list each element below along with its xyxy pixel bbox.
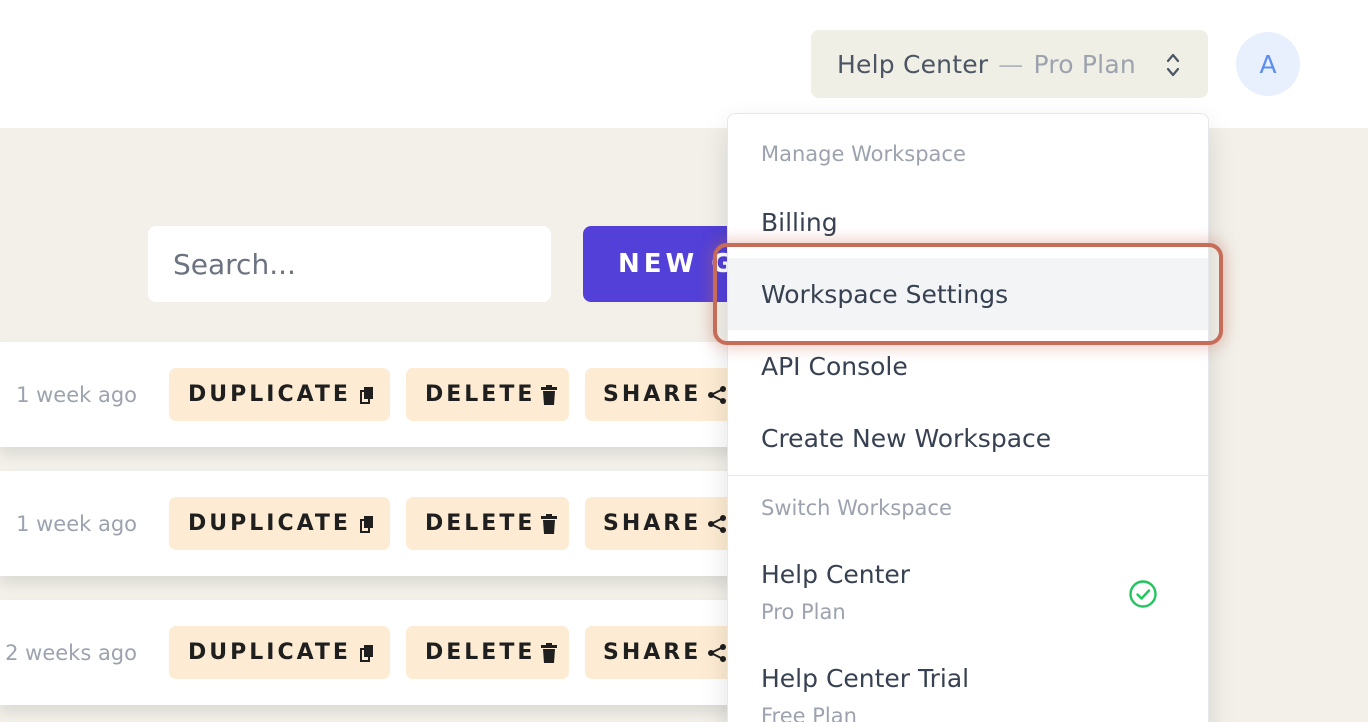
share-button[interactable]: SHARE: [585, 368, 745, 421]
share-icon: [708, 385, 727, 404]
check-circle-icon: [1129, 580, 1157, 608]
workspace-option-name: Help Center: [761, 560, 911, 589]
chevron-up-down-icon: [1166, 53, 1180, 77]
menu-item-api-console[interactable]: API Console: [728, 330, 1208, 402]
duplicate-label: DUPLICATE: [188, 382, 351, 407]
workspace-name: Help Center: [837, 49, 989, 79]
trash-icon: [541, 513, 558, 534]
menu-item-label: Workspace Settings: [761, 279, 1009, 309]
trash-icon: [541, 384, 558, 405]
new-button-label: NEW G: [618, 249, 737, 279]
delete-button[interactable]: DELETE: [406, 626, 569, 679]
duplicate-button[interactable]: DUPLICATE: [169, 626, 390, 679]
share-label: SHARE: [603, 640, 702, 665]
menu-item-label: Create New Workspace: [761, 423, 1052, 453]
share-icon: [708, 643, 727, 662]
workspace-switcher[interactable]: Help Center — Pro Plan: [811, 30, 1208, 98]
workspace-separator: —: [998, 49, 1024, 79]
delete-label: DELETE: [425, 640, 536, 665]
menu-item-billing[interactable]: Billing: [728, 186, 1208, 258]
menu-item-label: Billing: [761, 207, 838, 237]
menu-divider: [728, 475, 1208, 476]
workspace-option-name: Help Center Trial: [761, 664, 970, 693]
share-button[interactable]: SHARE: [585, 497, 745, 550]
delete-label: DELETE: [425, 511, 536, 536]
row-time: 2 weeks ago: [5, 640, 137, 665]
workspace-option-plan: Pro Plan: [761, 600, 846, 624]
share-icon: [708, 514, 727, 533]
switch-workspace-heading: Switch Workspace: [761, 496, 952, 520]
duplicate-button[interactable]: DUPLICATE: [169, 497, 390, 550]
workspace-option-plan: Free Plan: [761, 704, 857, 722]
workspace-plan: Pro Plan: [1033, 49, 1136, 79]
copy-icon: [359, 515, 373, 533]
share-label: SHARE: [603, 382, 702, 407]
row-time: 1 week ago: [16, 382, 137, 407]
duplicate-label: DUPLICATE: [188, 640, 351, 665]
avatar-initial: A: [1259, 49, 1277, 79]
share-label: SHARE: [603, 511, 702, 536]
trash-icon: [541, 642, 558, 663]
menu-item-create-new-workspace[interactable]: Create New Workspace: [728, 402, 1208, 474]
copy-icon: [359, 386, 373, 404]
menu-item-label: API Console: [761, 351, 908, 381]
share-button[interactable]: SHARE: [585, 626, 745, 679]
copy-icon: [359, 644, 373, 662]
row-time: 1 week ago: [16, 511, 137, 536]
duplicate-label: DUPLICATE: [188, 511, 351, 536]
delete-label: DELETE: [425, 382, 536, 407]
workspace-menu: Manage Workspace Billing Workspace Setti…: [727, 113, 1209, 722]
delete-button[interactable]: DELETE: [406, 368, 569, 421]
search-input[interactable]: [148, 226, 551, 302]
duplicate-button[interactable]: DUPLICATE: [169, 368, 390, 421]
menu-item-workspace-settings[interactable]: Workspace Settings: [728, 258, 1208, 330]
manage-workspace-heading: Manage Workspace: [761, 142, 966, 166]
top-bar: Help Center — Pro Plan A: [0, 0, 1368, 128]
avatar[interactable]: A: [1236, 32, 1300, 96]
delete-button[interactable]: DELETE: [406, 497, 569, 550]
